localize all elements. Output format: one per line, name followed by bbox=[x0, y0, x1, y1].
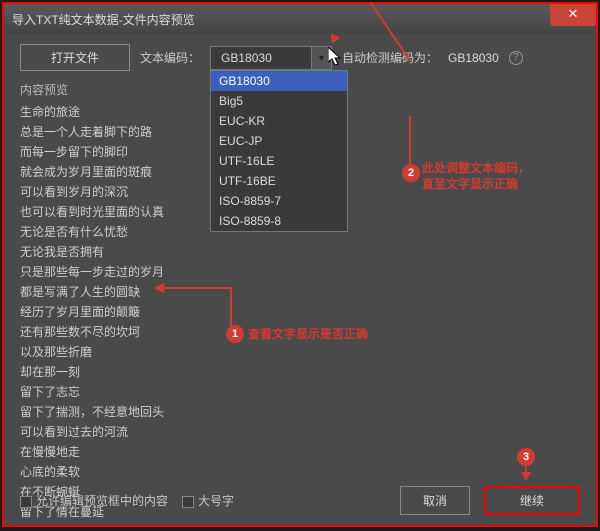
annotation-badge-2: 2 bbox=[402, 164, 420, 182]
encoding-label: 文本编码： bbox=[140, 49, 200, 66]
big-font-label: 大号字 bbox=[198, 494, 234, 508]
dropdown-item[interactable]: ISO-8859-8 bbox=[211, 211, 347, 231]
preview-line: 在慢慢地走 bbox=[20, 442, 580, 462]
annotation-arrow-2b bbox=[409, 116, 411, 164]
auto-detect-value: GB18030 bbox=[448, 51, 499, 65]
preview-line: 经历了岁月里面的颠簸 bbox=[20, 302, 580, 322]
annotation-arrow-1 bbox=[160, 287, 230, 289]
encoding-value: GB18030 bbox=[211, 51, 311, 65]
allow-edit-checkbox[interactable]: 允许编辑预览框中的内容 bbox=[20, 492, 168, 509]
open-file-button[interactable]: 打开文件 bbox=[20, 44, 130, 71]
preview-line: 却在那一刻 bbox=[20, 362, 580, 382]
dropdown-item[interactable]: UTF-16BE bbox=[211, 171, 347, 191]
auto-detect-label: 自动检测编码为： bbox=[342, 49, 438, 66]
annotation-badge-1: 1 bbox=[226, 325, 244, 343]
preview-line: 可以看到过去的河流 bbox=[20, 422, 580, 442]
window-title: 导入TXT纯文本数据-文件内容预览 bbox=[12, 11, 195, 28]
titlebar: 导入TXT纯文本数据-文件内容预览 ✕ bbox=[4, 4, 596, 34]
dropdown-item[interactable]: EUC-JP bbox=[211, 131, 347, 151]
big-font-checkbox[interactable]: 大号字 bbox=[182, 492, 234, 509]
annotation-arrow-1b bbox=[230, 287, 232, 327]
dropdown-item[interactable]: EUC-KR bbox=[211, 111, 347, 131]
annotation-note-1: 查看文字显示是否正确 bbox=[248, 325, 368, 342]
preview-line: 心底的柔软 bbox=[20, 462, 580, 482]
annotation-arrowhead-1 bbox=[154, 283, 164, 293]
preview-line: 只是那些每一步走过的岁月 bbox=[20, 262, 580, 282]
dropdown-item[interactable]: UTF-16LE bbox=[211, 151, 347, 171]
continue-button[interactable]: 继续 bbox=[484, 486, 580, 515]
preview-line: 都是写满了人生的圆缺 bbox=[20, 282, 580, 302]
preview-line: 无论我是否拥有 bbox=[20, 242, 580, 262]
cursor-icon bbox=[328, 47, 344, 67]
dropdown-item[interactable]: ISO-8859-7 bbox=[211, 191, 347, 211]
close-button[interactable]: ✕ bbox=[550, 4, 596, 26]
preview-line: 留下了揣测，不经意地回头 bbox=[20, 402, 580, 422]
allow-edit-label: 允许编辑预览框中的内容 bbox=[36, 494, 168, 508]
preview-line: 留下了志忘 bbox=[20, 382, 580, 402]
dropdown-item[interactable]: GB18030 bbox=[211, 71, 347, 91]
annotation-badge-3: 3 bbox=[517, 448, 535, 466]
help-icon[interactable]: ? bbox=[509, 51, 523, 65]
annotation-note-2a: 此处调整文本编码， bbox=[422, 159, 530, 176]
annotation-arrowhead-3 bbox=[521, 472, 531, 481]
encoding-dropdown-list[interactable]: GB18030 Big5 EUC-KR EUC-JP UTF-16LE UTF-… bbox=[210, 70, 348, 232]
dropdown-item[interactable]: Big5 bbox=[211, 91, 347, 111]
preview-line: 以及那些折磨 bbox=[20, 342, 580, 362]
cancel-button[interactable]: 取消 bbox=[400, 486, 470, 515]
annotation-note-2b: 直至文字显示正确 bbox=[422, 175, 518, 192]
encoding-select[interactable]: GB18030 ▼ bbox=[210, 46, 332, 70]
